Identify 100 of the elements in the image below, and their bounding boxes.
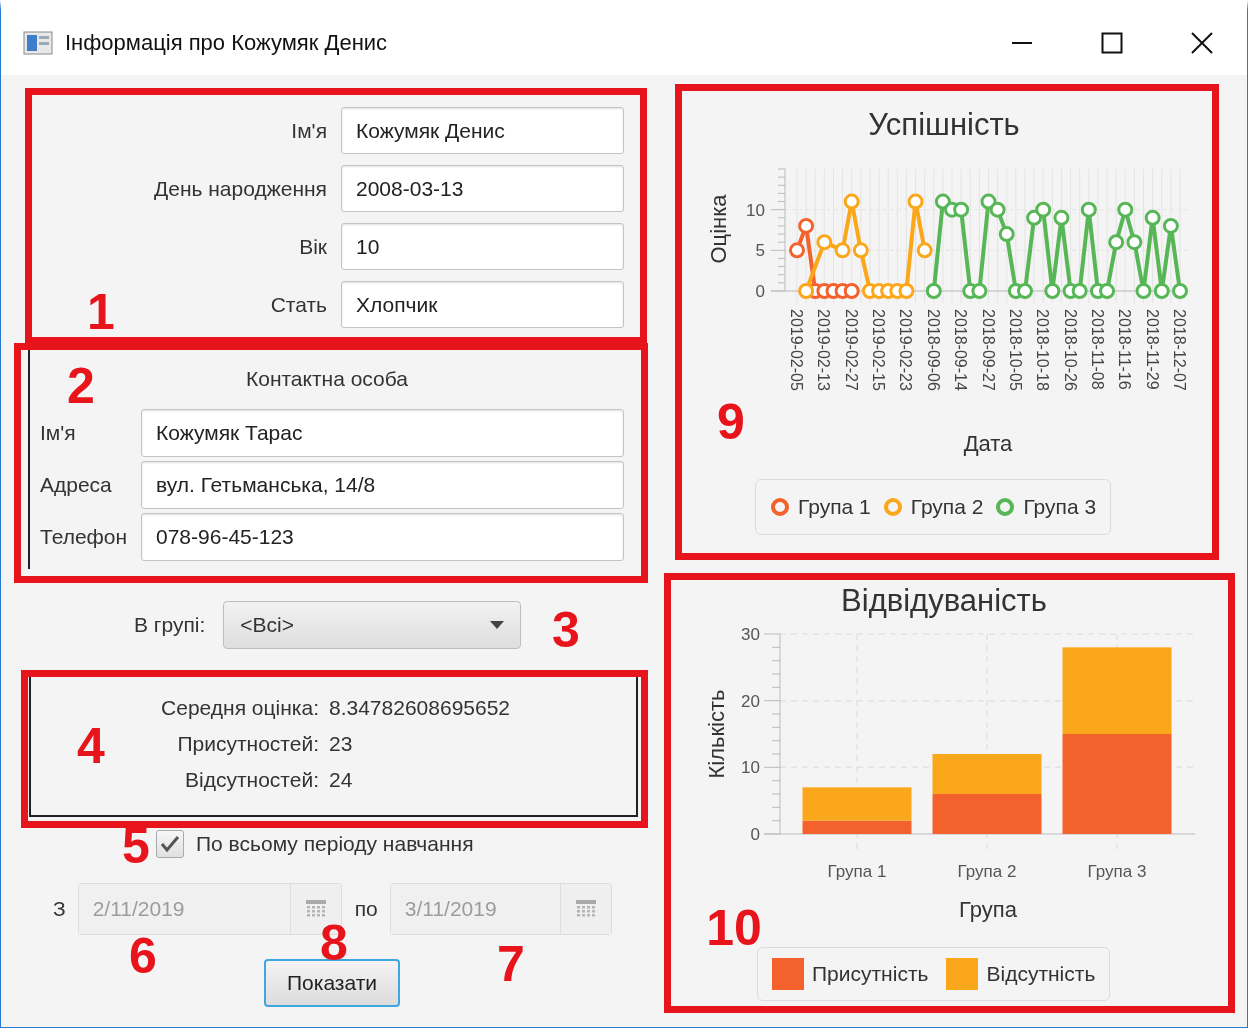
data-point <box>1144 209 1161 226</box>
callout-number: 3 <box>552 605 580 655</box>
data-point <box>1035 201 1052 218</box>
field-label: Ім'я <box>39 421 77 445</box>
axis-title: Оцінка <box>706 194 731 264</box>
stat-label: Відсутностей: <box>185 768 319 792</box>
axis-title: Дата <box>963 431 1013 456</box>
data-point <box>798 217 815 234</box>
data-point <box>953 201 970 218</box>
callout-number: 5 <box>122 821 150 871</box>
callout-number: 10 <box>706 903 762 953</box>
tick-label: 2018-11-29 <box>1143 309 1161 390</box>
data-point <box>1044 283 1061 299</box>
callout-number: 4 <box>77 721 105 771</box>
data-point <box>1162 217 1179 234</box>
tick-label: Група 2 <box>957 862 1017 881</box>
legend-label: Група 3 <box>1023 495 1097 519</box>
tick-label: 2019-02-23 <box>897 309 915 391</box>
callout-number: 2 <box>67 361 95 411</box>
data-point <box>1135 283 1152 299</box>
legend-label: Присутність <box>812 962 929 986</box>
field-label: Вік <box>299 234 327 259</box>
data-point <box>998 226 1015 243</box>
period-checkbox[interactable] <box>156 830 184 858</box>
data-point <box>852 242 869 259</box>
data-point <box>1017 283 1033 299</box>
stat-value: 24 <box>329 768 353 792</box>
text-field[interactable]: 10 <box>341 223 624 270</box>
data-point <box>843 193 860 210</box>
data-point <box>816 234 833 251</box>
data-point <box>898 283 915 299</box>
text-field[interactable]: 078-96-45-123 <box>141 513 624 561</box>
tick-label: 2018-10-26 <box>1061 309 1079 391</box>
callout-number: 9 <box>717 397 745 447</box>
data-point <box>1099 283 1116 299</box>
tick-label: 2018-10-05 <box>1006 309 1024 391</box>
caret-icon <box>490 621 505 629</box>
data-point <box>843 283 860 299</box>
data-point <box>1153 283 1170 299</box>
tick-label: 0 <box>755 282 765 301</box>
stat-label: Присутностей: <box>177 732 319 756</box>
data-point <box>1108 234 1125 251</box>
to-label: по <box>354 897 378 921</box>
tick-label: 2018-12-07 <box>1171 309 1188 391</box>
text-field[interactable]: 2008-03-13 <box>341 165 624 212</box>
data-point <box>989 201 1006 218</box>
legend-label: Група 2 <box>910 495 984 519</box>
data-point <box>798 283 815 299</box>
text-field[interactable]: Хлопчик <box>341 281 624 328</box>
data-point <box>1126 234 1143 251</box>
tick-label: Група 1 <box>827 862 887 881</box>
text-field[interactable]: Кожумяк Денис <box>341 107 624 154</box>
callout-number: 1 <box>87 287 115 337</box>
axis-title: Кількість <box>704 689 729 779</box>
maximize-icon <box>1101 31 1123 54</box>
chart-title: Відвідуваність <box>841 583 1047 618</box>
tick-label: 2018-09-14 <box>952 309 970 391</box>
field-label: Адреса <box>39 473 113 497</box>
legend-label: Група 1 <box>798 495 871 519</box>
text-field[interactable]: Кожумяк Тарас <box>141 409 624 457</box>
app-icon <box>23 30 53 55</box>
stat-value: 8.34782608695652 <box>329 696 511 720</box>
tick-label: 2018-09-06 <box>924 309 942 391</box>
tick-label: 10 <box>746 200 765 220</box>
text-field[interactable]: вул. Гетьманська, 14/8 <box>141 461 624 509</box>
chart-title: Успішність <box>868 107 1020 142</box>
group-dropdown[interactable]: <Всі> <box>223 601 522 649</box>
tick-label: 2019-02-05 <box>788 309 805 391</box>
tick-label: 20 <box>741 691 760 711</box>
section-title: Контактна особа <box>245 367 408 390</box>
field-label: Стать <box>270 292 327 317</box>
tick-label: 10 <box>741 758 760 778</box>
stat-value: 23 <box>329 732 353 756</box>
close-icon <box>1190 30 1214 55</box>
data-point <box>907 193 924 210</box>
data-point <box>1117 201 1134 218</box>
from-label: З <box>53 897 66 921</box>
stat-label: Середня оцінка: <box>161 696 319 720</box>
data-point <box>925 283 942 299</box>
checkbox-label: По всьому періоду навчання <box>196 832 474 856</box>
tick-label: 0 <box>750 825 760 844</box>
tick-label: Група 3 <box>1087 862 1147 881</box>
field-label: В групі: <box>134 613 206 637</box>
data-point <box>789 242 805 259</box>
tick-label: 30 <box>741 625 760 644</box>
tick-label: 5 <box>755 241 765 261</box>
data-point <box>1071 283 1088 299</box>
field-label: Телефон <box>39 525 129 549</box>
field-label: Ім'я <box>291 118 327 143</box>
data-point <box>1053 209 1070 226</box>
data-point <box>971 283 988 299</box>
data-point <box>1172 283 1188 299</box>
tick-label: 2018-11-16 <box>1116 309 1134 390</box>
window-title: Інформація про Кожумяк Денис <box>65 29 389 56</box>
show-button[interactable]: Показати <box>264 959 400 1007</box>
check-icon <box>160 835 180 853</box>
tick-label: 2018-11-08 <box>1088 309 1106 390</box>
tick-label: 2018-10-18 <box>1034 309 1052 391</box>
minimize-icon <box>1011 41 1033 44</box>
callout-number: 7 <box>497 939 525 989</box>
